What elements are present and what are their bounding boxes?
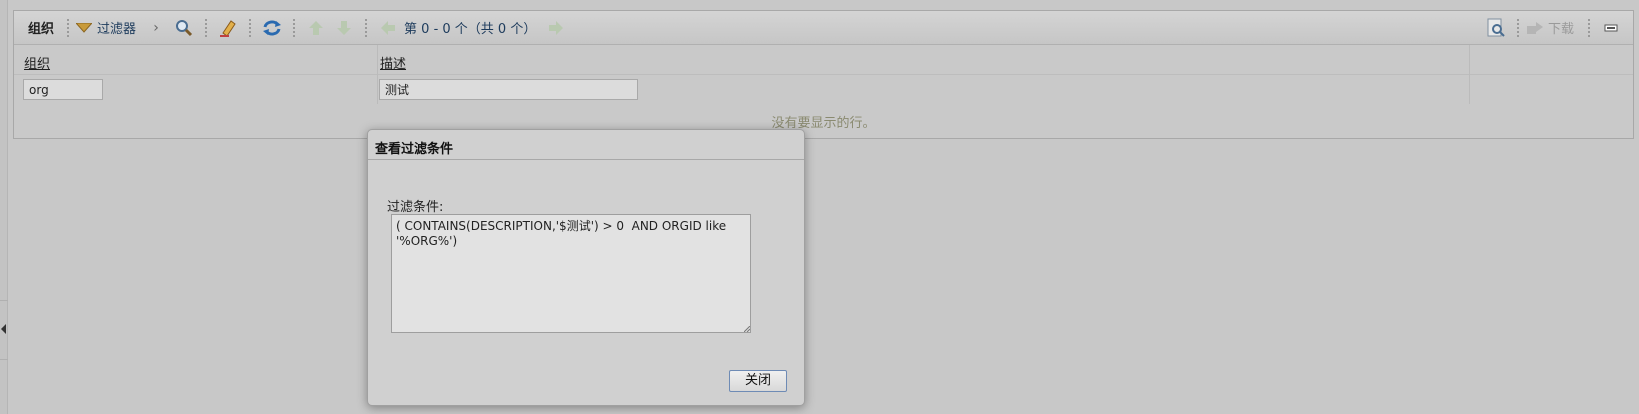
data-grid: 组织 过滤器 › 第 0 - 0 个（共 0 个） 下载 组织 描述 org 测… (13, 10, 1634, 139)
toolbar-separator (205, 18, 208, 37)
toolbar-separator (293, 18, 296, 37)
dialog-title: 查看过滤条件 (368, 130, 804, 160)
close-button[interactable]: 关闭 (729, 370, 787, 392)
toolbar-separator (249, 18, 252, 37)
first-page-icon[interactable] (306, 18, 326, 38)
filter-button[interactable]: 过滤器 (76, 18, 136, 37)
grid-toolbar: 组织 过滤器 › 第 0 - 0 个（共 0 个） 下载 (14, 11, 1633, 45)
last-page-icon[interactable] (546, 18, 566, 38)
download-button[interactable]: 下载 (1526, 18, 1574, 37)
view-filter-dialog: 查看过滤条件 过滤条件: ( CONTAINS(DESCRIPTION,'$测试… (367, 129, 805, 406)
chevron-right-icon[interactable]: › (146, 18, 166, 38)
column-divider (1469, 45, 1470, 104)
prev-page-icon[interactable] (334, 18, 354, 38)
minimize-icon[interactable] (1601, 18, 1621, 38)
filter-icon (76, 22, 93, 33)
left-panel-strip (0, 0, 8, 414)
paging-info: 第 0 - 0 个（共 0 个） (404, 22, 537, 37)
download-label: 下载 (1547, 22, 1574, 37)
column-divider (377, 45, 378, 104)
column-header-description[interactable]: 描述 (380, 53, 406, 72)
grid-title: 组织 (28, 22, 55, 37)
grid-header-row: 组织 描述 (14, 45, 1633, 75)
column-header-org[interactable]: 组织 (24, 53, 50, 72)
toolbar-separator (365, 18, 368, 37)
org-filter-input[interactable] (23, 79, 103, 100)
description-filter-input[interactable] (379, 79, 638, 100)
toolbar-separator (1588, 18, 1590, 37)
refresh-icon[interactable] (262, 18, 282, 38)
filter-button-label: 过滤器 (97, 22, 137, 37)
eraser-icon[interactable] (218, 18, 238, 38)
toolbar-separator (1516, 18, 1519, 37)
query-icon[interactable] (1486, 18, 1506, 38)
resize-grip-icon[interactable] (744, 326, 750, 332)
toolbar-right: 下载 (1482, 18, 1625, 38)
empty-message: 没有要显示的行。 (771, 116, 876, 131)
left-arrow-icon[interactable] (1, 324, 6, 334)
download-icon (1526, 21, 1543, 34)
filter-condition-text[interactable]: ( CONTAINS(DESCRIPTION,'$测试') > 0 AND OR… (391, 214, 751, 333)
grid-filter-row (14, 75, 1633, 104)
filter-condition-label: 过滤条件: (387, 200, 444, 215)
toolbar-separator (67, 18, 70, 37)
next-page-icon[interactable] (378, 18, 398, 38)
magnifier-icon[interactable] (174, 18, 194, 38)
